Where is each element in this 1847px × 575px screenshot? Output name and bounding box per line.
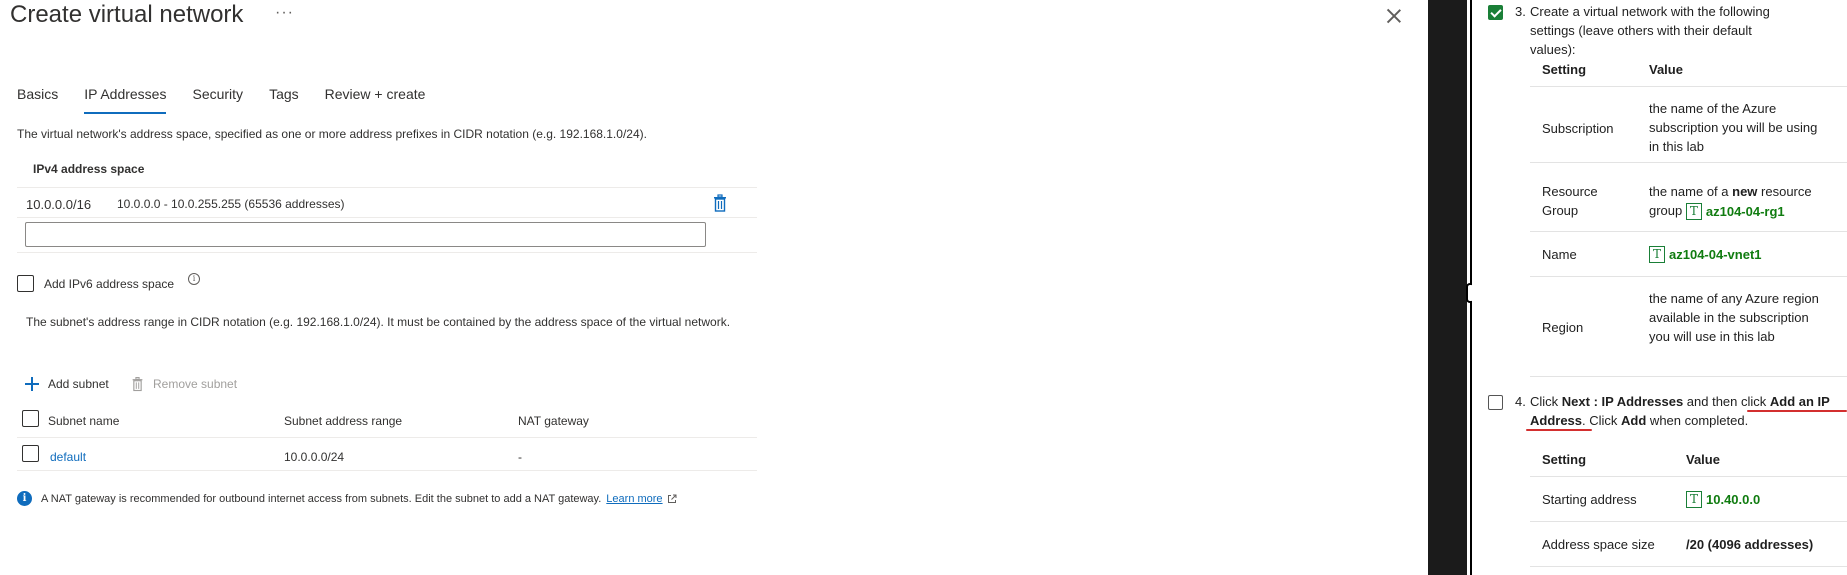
- setting-address-space-size: Address space size: [1542, 537, 1655, 552]
- type-text-icon[interactable]: T: [1686, 491, 1702, 509]
- annotation-underline: [1526, 429, 1592, 431]
- value-address-space-size: /20 (4096 addresses): [1686, 537, 1814, 552]
- value-name: Taz104-04-vnet1: [1649, 244, 1762, 264]
- more-options-icon[interactable]: ···: [275, 4, 294, 22]
- step-4-header-setting: Setting: [1542, 452, 1587, 467]
- tab-bar: Basics IP Addresses Security Tags Review…: [17, 86, 451, 114]
- value-subscription: the name of the Azure subscription you w…: [1649, 101, 1818, 154]
- step-3-header-setting: Setting: [1542, 62, 1587, 77]
- tab-security[interactable]: Security: [192, 86, 243, 112]
- tab-ip-addresses[interactable]: IP Addresses: [84, 86, 167, 114]
- select-all-subnets-checkbox[interactable]: [22, 410, 39, 427]
- ipv4-header: IPv4 address space: [33, 162, 145, 176]
- nat-info-text: A NAT gateway is recommended for outboun…: [41, 492, 602, 505]
- divider: [1530, 86, 1847, 87]
- address-prefix-input[interactable]: [25, 222, 706, 247]
- setting-resource-group-line1: Resource: [1542, 184, 1598, 199]
- delete-address-icon[interactable]: [712, 194, 728, 212]
- step-3-text: Create a virtual network with the follow…: [1530, 4, 1770, 57]
- value-resource-group-line2: group Taz104-04-rg1: [1649, 201, 1785, 221]
- step-4-text-part: when completed.: [1646, 413, 1749, 428]
- step-4-checkbox[interactable]: [1488, 395, 1503, 410]
- trash-icon: [132, 377, 143, 392]
- type-text-icon[interactable]: T: [1685, 203, 1702, 221]
- value-resource-group-line1: the name of a new resource: [1649, 182, 1839, 201]
- annotation-underline: [1747, 410, 1847, 412]
- ipv6-label: Add IPv6 address space: [44, 277, 175, 291]
- subnet-description: The subnet's address range in CIDR notat…: [26, 315, 731, 329]
- remove-subnet-label: Remove subnet: [153, 377, 238, 391]
- page-title: Create virtual network: [10, 1, 244, 28]
- ipv6-checkbox[interactable]: [17, 275, 34, 292]
- ipv4-cidr: 10.0.0.0/16: [26, 197, 92, 212]
- divider: [1530, 566, 1847, 567]
- divider: [1530, 276, 1847, 277]
- value-text: the name of a: [1649, 184, 1733, 199]
- divider: [17, 217, 757, 218]
- divider: [1530, 521, 1847, 522]
- tab-basics[interactable]: Basics: [17, 86, 58, 112]
- divider: [17, 437, 757, 438]
- address-space-description: The virtual network's address space, spe…: [17, 127, 647, 141]
- step-4-header-value: Value: [1686, 452, 1720, 467]
- step-4-number: 4.: [1515, 394, 1526, 409]
- value-bold: new: [1732, 184, 1758, 199]
- tab-tags[interactable]: Tags: [269, 86, 299, 112]
- step-4-text-part: and then click: [1683, 394, 1770, 409]
- value-text: resource: [1757, 184, 1812, 199]
- step-3-checkbox[interactable]: [1488, 5, 1503, 20]
- step-4-bold-part: Next : IP Addresses: [1561, 394, 1684, 409]
- close-icon[interactable]: [1384, 6, 1404, 26]
- subnet-range-cell: 10.0.0.0/24: [284, 450, 345, 464]
- vnet-name-value[interactable]: az104-04-vnet1: [1669, 247, 1762, 262]
- step-4-text-part: . Click: [1582, 413, 1622, 428]
- tab-review-create[interactable]: Review + create: [325, 86, 426, 112]
- info-icon: i: [17, 491, 32, 506]
- pane-separator: [1428, 0, 1467, 575]
- trash-icon: [714, 194, 726, 212]
- column-header-subnet-name[interactable]: Subnet name: [48, 414, 119, 428]
- divider: [17, 470, 757, 471]
- column-header-subnet-range[interactable]: Subnet address range: [284, 414, 402, 428]
- divider: [17, 187, 757, 188]
- value-region: the name of any Azure region available i…: [1649, 291, 1819, 344]
- info-icon[interactable]: i: [188, 273, 200, 285]
- divider: [1530, 376, 1847, 377]
- learn-more-link[interactable]: Learn more: [606, 493, 662, 505]
- subnet-name-link[interactable]: default: [50, 450, 86, 464]
- setting-resource-group-line2: Group: [1542, 203, 1579, 218]
- lab-instructions-pane: 3. Create a virtual network with the fol…: [1472, 0, 1847, 575]
- nat-gateway-cell: -: [518, 450, 522, 464]
- starting-address-value[interactable]: 10.40.0.0: [1706, 492, 1760, 507]
- setting-region: Region: [1542, 320, 1584, 335]
- setting-starting-address: Starting address: [1542, 492, 1637, 507]
- plus-icon: [25, 377, 39, 391]
- step-4-text-part: Click: [1530, 394, 1562, 409]
- column-header-nat-gateway[interactable]: NAT gateway: [518, 414, 589, 428]
- remove-subnet-button[interactable]: Remove subnet: [131, 376, 237, 392]
- divider: [1530, 162, 1847, 163]
- rg-name-value[interactable]: az104-04-rg1: [1706, 204, 1785, 219]
- step-3-number: 3.: [1515, 4, 1526, 19]
- external-link-icon: [667, 494, 677, 503]
- step-4-bold-part: Add: [1621, 413, 1647, 428]
- type-text-icon[interactable]: T: [1649, 246, 1665, 264]
- value-text: group: [1649, 203, 1683, 218]
- divider: [17, 252, 757, 253]
- divider: [1530, 476, 1847, 477]
- add-subnet-button[interactable]: Add subnet: [25, 377, 109, 391]
- subnet-row-checkbox[interactable]: [22, 445, 39, 462]
- setting-name: Name: [1542, 247, 1577, 262]
- step-3-header-value: Value: [1649, 62, 1683, 77]
- value-starting-address: T 10.40.0.0: [1686, 489, 1760, 509]
- portal-pane: Create virtual network ··· Basics IP Add…: [0, 0, 1428, 575]
- setting-subscription: Subscription: [1542, 121, 1614, 136]
- nat-info-message: i A NAT gateway is recommended for outbo…: [17, 491, 677, 506]
- add-subnet-label: Add subnet: [48, 377, 109, 391]
- divider: [1530, 231, 1847, 232]
- ipv4-range: 10.0.0.0 - 10.0.255.255 (65536 addresses…: [117, 197, 345, 211]
